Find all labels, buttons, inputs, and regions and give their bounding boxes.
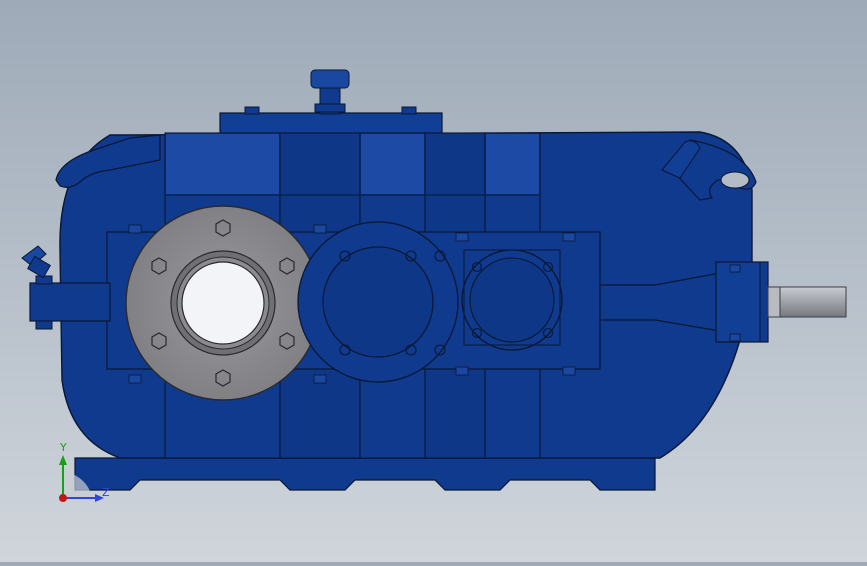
right-lug-slot — [720, 171, 750, 189]
breather-cap — [310, 69, 350, 89]
base-plate — [74, 457, 656, 491]
z-axis-label: Z — [102, 486, 110, 499]
triad-origin — [59, 494, 67, 502]
inspection-cover — [219, 112, 443, 134]
input-bore — [181, 261, 265, 345]
left-shaft-housing — [29, 282, 111, 322]
model-viewport[interactable]: Y Z — [0, 0, 867, 562]
y-axis-label: Y — [60, 441, 67, 454]
gearbox-drawing — [21, 69, 847, 502]
